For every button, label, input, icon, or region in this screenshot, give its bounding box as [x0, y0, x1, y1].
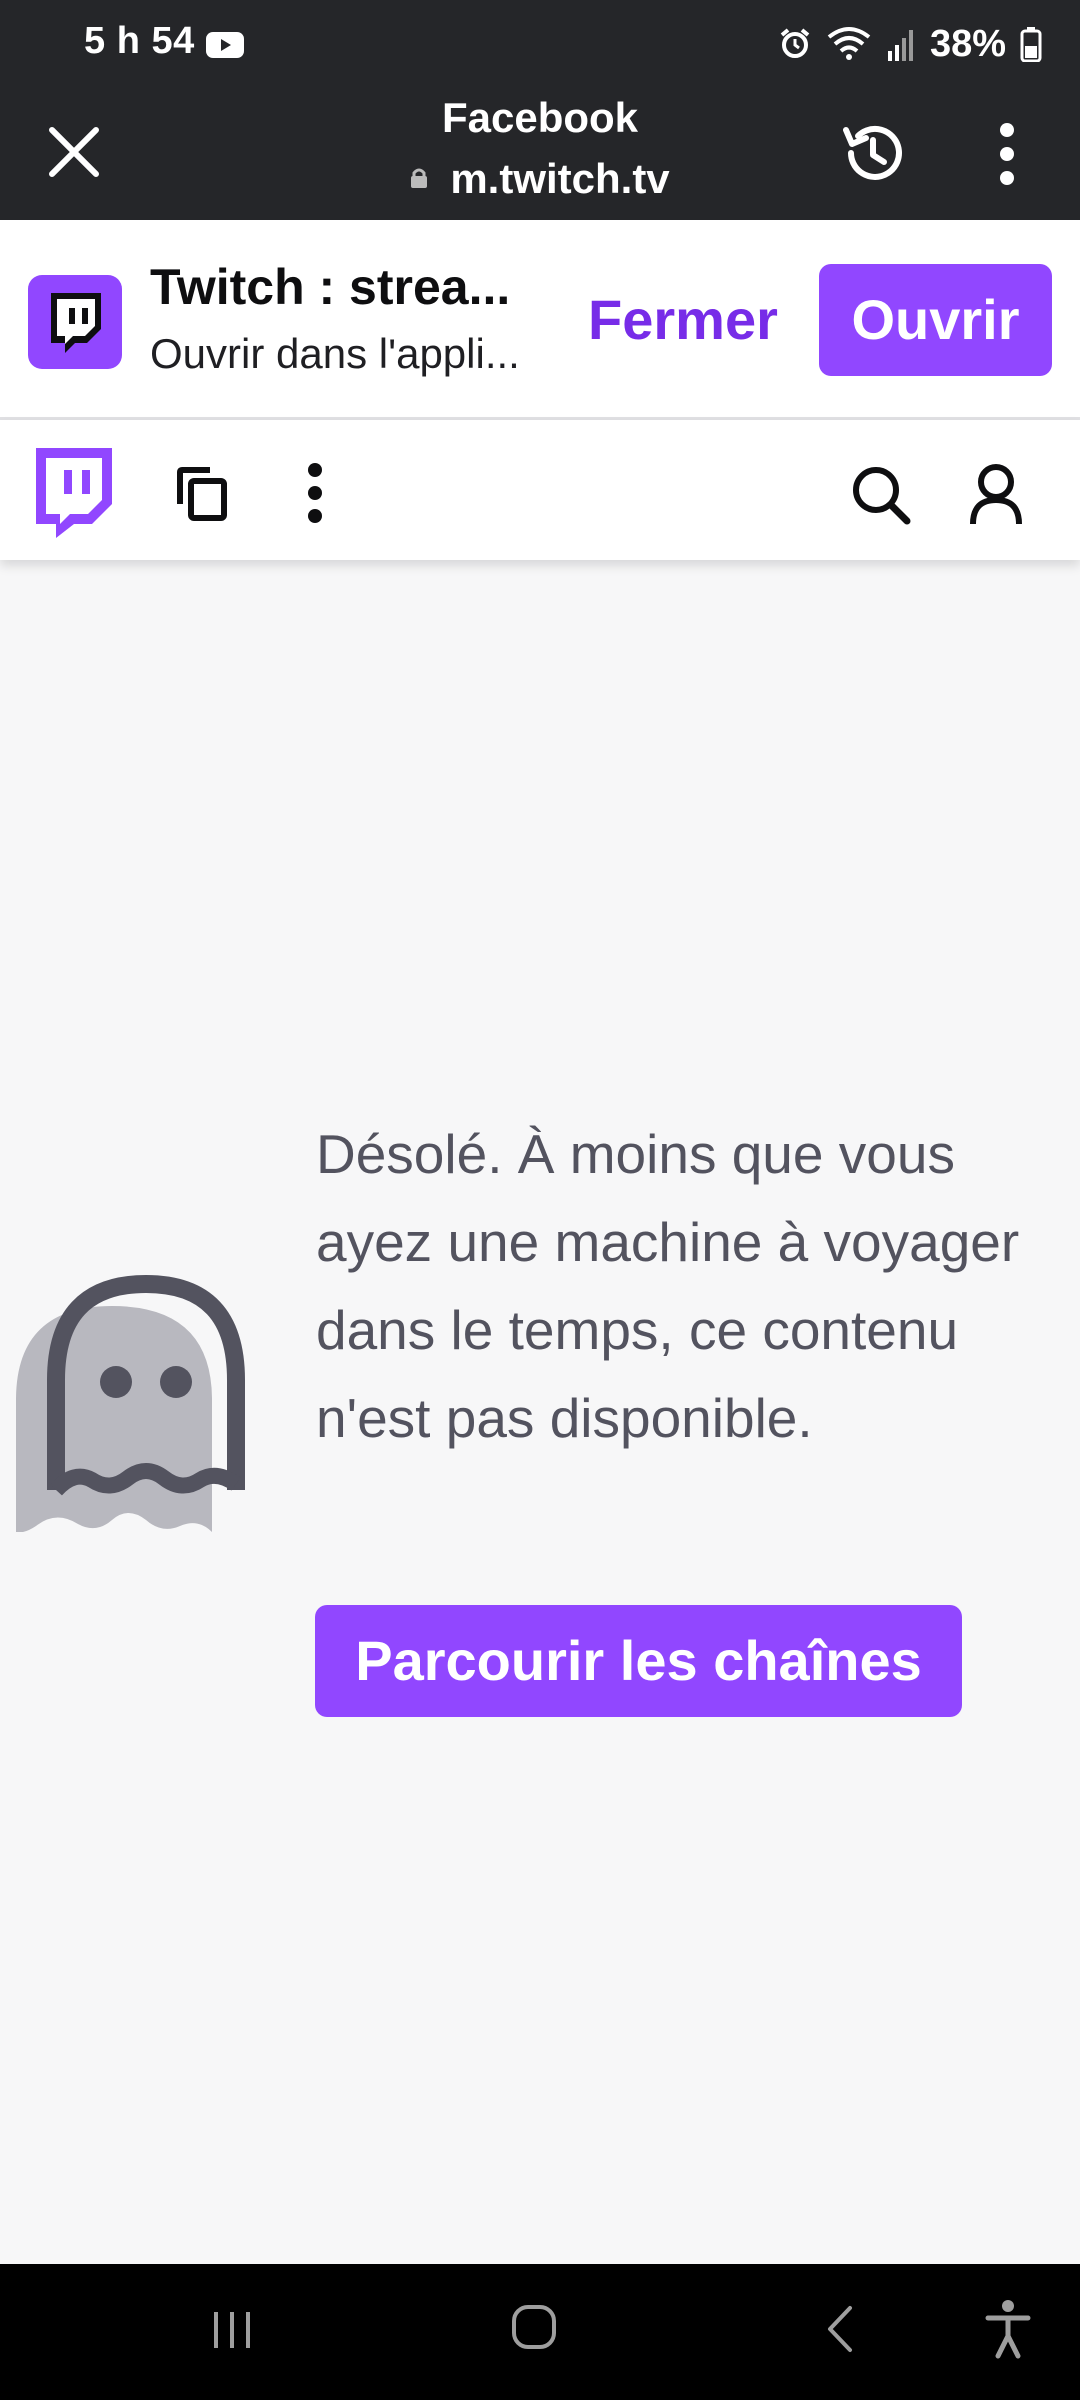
twitch-glitch-icon — [51, 293, 101, 353]
android-nav-bar — [0, 2264, 1080, 2400]
open-in-app-banner: Twitch : strea... Ouvrir dans l'appli...… — [0, 220, 1080, 420]
copy-icon[interactable] — [176, 466, 228, 522]
accessibility-icon[interactable] — [984, 2298, 1032, 2360]
history-icon[interactable] — [838, 118, 908, 188]
back-icon[interactable] — [822, 2304, 856, 2354]
search-icon[interactable] — [850, 464, 912, 526]
app-subtitle: Ouvrir dans l'appli... — [150, 330, 520, 377]
browser-toolbar: Facebook m.twitch.tv — [0, 88, 1080, 220]
browser-url[interactable]: m.twitch.tv — [0, 150, 1080, 208]
youtube-icon — [206, 32, 244, 58]
close-banner-button[interactable]: Fermer — [588, 280, 778, 360]
more-vertical-icon[interactable] — [300, 462, 330, 524]
status-time: 5 h 54 — [84, 20, 195, 62]
battery-percent: 38% — [929, 22, 1006, 65]
home-icon[interactable] — [510, 2302, 558, 2352]
status-icons: 38% — [778, 18, 1042, 70]
browser-chrome: 5 h 54 38% Facebook m.twitch.tv — [0, 0, 1080, 220]
url-text: m.twitch.tv — [450, 155, 670, 202]
browse-channels-button[interactable]: Parcourir les chaînes — [315, 1605, 962, 1717]
twitch-logo-icon[interactable] — [32, 446, 116, 538]
twitch-top-nav — [0, 420, 1080, 560]
error-message: Désolé. À moins que vous ayez une machin… — [316, 1123, 1020, 1449]
alarm-icon — [780, 28, 810, 58]
open-app-button[interactable]: Ouvrir — [819, 264, 1052, 376]
lock-icon — [411, 168, 428, 188]
user-icon[interactable] — [968, 462, 1024, 526]
signal-icon — [887, 30, 913, 61]
browser-title: Facebook — [441, 94, 639, 141]
more-vertical-icon[interactable] — [992, 122, 1022, 186]
recents-icon[interactable] — [208, 2308, 256, 2352]
status-bar: 5 h 54 38% — [0, 0, 1080, 88]
battery-icon — [1020, 27, 1042, 62]
app-name: Twitch : strea... — [150, 259, 511, 315]
ghost-icon — [16, 1274, 245, 1532]
wifi-icon — [827, 27, 871, 60]
twitch-app-icon — [28, 275, 122, 369]
